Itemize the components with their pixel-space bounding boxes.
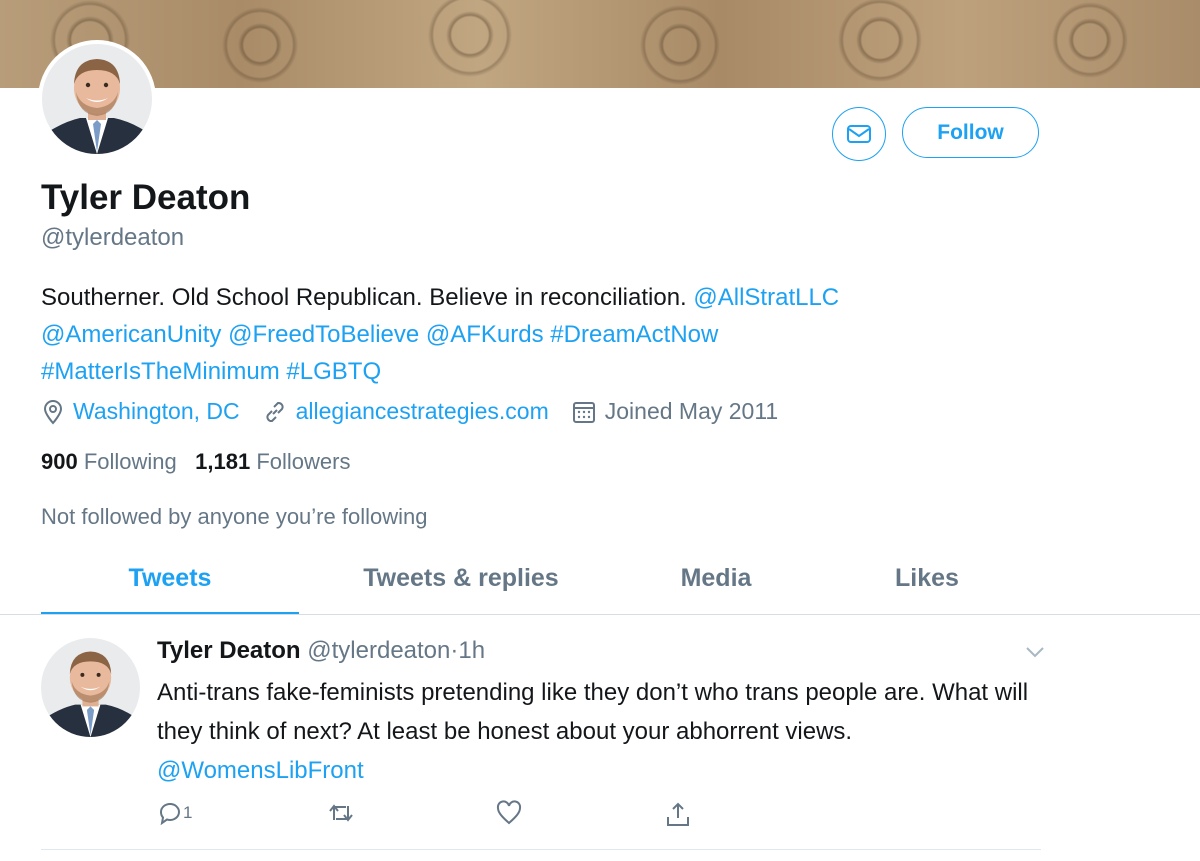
bio-hashtag-matteristheminimum[interactable]: #MatterIsTheMinimum [41, 358, 280, 385]
tab-tweets[interactable]: Tweets [41, 560, 299, 614]
reply-button[interactable]: 1 [157, 800, 192, 826]
tweet-avatar[interactable] [41, 638, 140, 737]
bio-link-afkurds[interactable]: @AFKurds [426, 321, 544, 348]
followers-count-link[interactable]: 1,181 Followers [195, 449, 350, 474]
tab-likes[interactable]: Likes [841, 560, 1013, 614]
profile-joined: Joined May 2011 [571, 398, 778, 425]
profile-website: allegiancestrategies.com [262, 398, 549, 425]
like-button[interactable] [495, 800, 523, 826]
reply-count: 1 [183, 803, 193, 822]
profile-bio: Southerner. Old School Republican. Belie… [41, 279, 1041, 390]
profile-handle: @tylerdeaton [41, 224, 185, 251]
bio-text: Southerner. Old School Republican. Belie… [41, 284, 687, 311]
follow-counts: 900 Following 1,181 Followers [41, 449, 350, 475]
retweet-button[interactable] [327, 800, 355, 826]
joined-text: Joined May 2011 [604, 398, 779, 424]
profile-name: Tyler Deaton [41, 178, 251, 217]
tweet-timestamp[interactable]: 1h [458, 637, 485, 664]
bio-hashtag-lgbtq[interactable]: #LGBTQ [286, 358, 381, 385]
location-pin-icon [43, 399, 63, 425]
profile-meta: Washington, DC allegiancestrategies.com … [41, 398, 800, 425]
profile-tabs: Tweets Tweets & replies Media Likes [41, 560, 1041, 615]
tweet-options-button[interactable] [1024, 644, 1046, 665]
following-count-link[interactable]: 900 Following [41, 449, 177, 474]
reply-icon [159, 802, 180, 826]
bio-link-americanunity[interactable]: @AmericanUnity [41, 321, 221, 348]
tweet-mention-link[interactable]: @WomensLibFront [157, 757, 364, 784]
website-link[interactable]: allegiancestrategies.com [296, 398, 549, 425]
tweet-divider [41, 849, 1041, 850]
share-button[interactable] [665, 800, 691, 828]
not-followed-notice: Not followed by anyone you’re following [41, 504, 428, 529]
tab-tweets-replies[interactable]: Tweets & replies [333, 560, 589, 614]
tweet-actions: 1 [157, 800, 717, 834]
bio-hashtag-dreamactnow[interactable]: #DreamActNow [550, 321, 718, 348]
share-icon [667, 802, 689, 826]
profile-avatar[interactable] [38, 40, 156, 158]
tweet-author-name[interactable]: Tyler Deaton [157, 637, 301, 664]
tweet-body: Anti-trans fake-feminists pretending lik… [157, 679, 1029, 745]
link-icon [266, 401, 284, 422]
message-button[interactable] [832, 107, 886, 161]
retweet-icon [329, 804, 353, 822]
profile-location: Washington, DC [41, 398, 240, 425]
bio-link-freedtobelieve[interactable]: @FreedToBelieve [228, 321, 419, 348]
tweet-header: Tyler Deaton @tylerdeaton·1h [157, 637, 485, 665]
chevron-down-icon [1026, 647, 1044, 658]
tabs-divider [0, 614, 1200, 615]
heart-icon [496, 800, 522, 825]
profile-banner[interactable] [0, 0, 1200, 88]
bio-link-allstratllc[interactable]: @AllStratLLC [693, 284, 839, 311]
tweet-text: Anti-trans fake-feminists pretending lik… [157, 673, 1037, 790]
envelope-icon [847, 125, 871, 143]
tab-media[interactable]: Media [623, 560, 809, 614]
calendar-icon [572, 401, 595, 423]
tweet-author-handle[interactable]: @tylerdeaton [307, 637, 450, 664]
location-text[interactable]: Washington, DC [73, 398, 240, 425]
follow-button[interactable]: Follow [902, 107, 1039, 158]
